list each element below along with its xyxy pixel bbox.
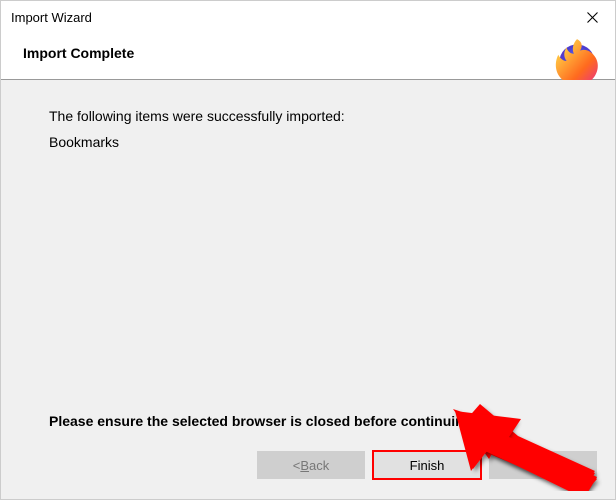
back-rest: ack bbox=[309, 458, 329, 473]
close-icon bbox=[587, 12, 598, 23]
window-title: Import Wizard bbox=[11, 10, 92, 25]
close-button[interactable] bbox=[569, 1, 615, 33]
import-wizard-window: Import Wizard Import Complete bbox=[0, 0, 616, 500]
titlebar: Import Wizard bbox=[1, 1, 615, 33]
finish-button[interactable]: Finish bbox=[373, 451, 481, 479]
cancel-label: Cancel bbox=[523, 458, 563, 473]
finish-label: Finish bbox=[410, 458, 445, 473]
back-mnemonic: B bbox=[300, 458, 309, 473]
import-success-message: The following items were successfully im… bbox=[49, 108, 567, 124]
browser-close-warning: Please ensure the selected browser is cl… bbox=[49, 413, 476, 429]
wizard-header: Import Complete bbox=[1, 33, 615, 79]
back-prefix: < bbox=[293, 458, 301, 473]
wizard-content: The following items were successfully im… bbox=[1, 80, 615, 499]
button-row: < Back Finish Cancel bbox=[257, 451, 597, 479]
cancel-button: Cancel bbox=[489, 451, 597, 479]
imported-item-bookmarks: Bookmarks bbox=[49, 134, 567, 150]
page-title: Import Complete bbox=[23, 45, 134, 61]
back-button: < Back bbox=[257, 451, 365, 479]
